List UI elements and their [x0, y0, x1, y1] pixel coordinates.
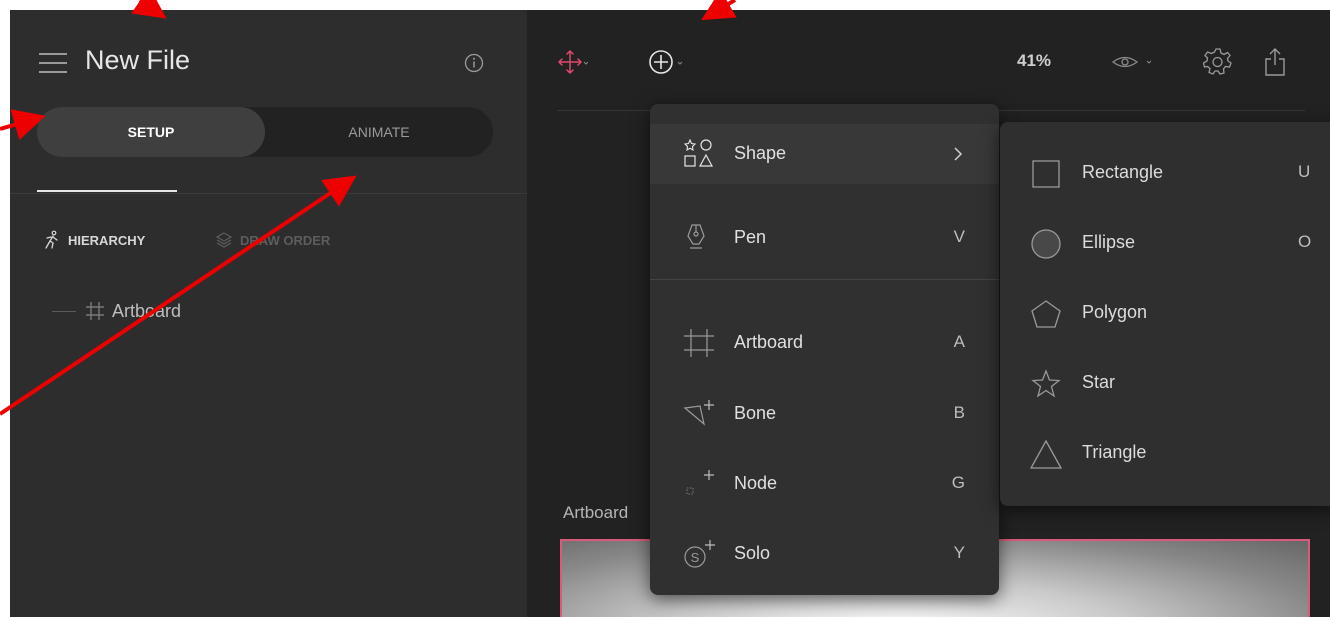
solo-add-icon: S — [684, 540, 715, 568]
animate-mode-button[interactable]: ANIMATE — [265, 107, 493, 157]
hierarchy-item-artboard[interactable]: Artboard — [52, 298, 181, 324]
share-icon[interactable] — [1263, 47, 1287, 77]
triangle-icon — [1030, 439, 1063, 469]
shortcut-key: G — [951, 473, 965, 492]
running-figure-icon — [45, 230, 58, 249]
rectangle-icon — [1032, 160, 1060, 188]
tab-hierarchy[interactable]: HIERARCHY — [42, 228, 145, 252]
shortcut-key: A — [953, 332, 965, 351]
shortcut-key: Y — [953, 543, 965, 562]
menu-item-solo[interactable]: S Solo Y — [650, 524, 999, 584]
menu-item-label: Shape — [734, 143, 787, 163]
menu-item-label: Node — [734, 473, 778, 493]
zoom-level[interactable]: 41% — [1017, 51, 1051, 71]
mode-toggle: SETUP ANIMATE — [37, 107, 493, 157]
shortcut-key: O — [1298, 232, 1312, 251]
layers-icon — [215, 232, 233, 248]
menu-item-bone[interactable]: Bone B — [650, 384, 999, 444]
submenu-item-polygon[interactable]: Polygon — [1000, 286, 1330, 342]
polygon-icon — [1031, 300, 1061, 328]
artboard-grid-icon — [86, 302, 104, 320]
submenu-item-label: Star — [1082, 372, 1116, 392]
shortcut-key: B — [953, 403, 965, 422]
tab-draw-order[interactable]: DRAW ORDER — [214, 228, 330, 252]
shapes-icon — [683, 138, 714, 167]
submenu-item-rectangle[interactable]: Rectangle U — [1000, 146, 1330, 202]
info-icon[interactable] — [464, 53, 484, 73]
submenu-item-label: Polygon — [1082, 302, 1148, 322]
bone-add-icon — [683, 400, 714, 426]
star-icon — [1031, 369, 1061, 398]
tab-draw-order-label: DRAW ORDER — [240, 232, 331, 248]
app-window: New File SETUP ANIMATE HIERARCHY DRAW OR… — [10, 10, 1330, 617]
hierarchy-item-label: Artboard — [112, 300, 182, 321]
move-icon[interactable] — [558, 49, 588, 75]
menu-item-label: Solo — [734, 543, 771, 563]
node-add-icon — [686, 470, 714, 495]
artboard-grid-icon — [684, 329, 714, 357]
setup-mode-button[interactable]: SETUP — [37, 107, 265, 157]
eye-icon[interactable] — [1111, 52, 1155, 72]
submenu-item-label: Ellipse — [1082, 232, 1136, 252]
submenu-item-label: Rectangle — [1082, 162, 1164, 182]
submenu-item-label: Triangle — [1082, 442, 1147, 462]
submenu-item-star[interactable]: Star — [1000, 356, 1330, 412]
artboard-name-label: Artboard — [563, 503, 629, 522]
pen-icon — [687, 224, 705, 249]
svg-text:S: S — [691, 550, 700, 565]
shortcut-key: V — [953, 227, 965, 246]
submenu-item-ellipse[interactable]: Ellipse O — [1000, 216, 1330, 272]
tab-hierarchy-label: HIERARCHY — [68, 232, 146, 248]
submenu-item-triangle[interactable]: Triangle — [1000, 426, 1330, 482]
add-menu: Shape Pen V Artboard A Bone B Node G S S… — [650, 104, 999, 595]
menu-item-label: Bone — [734, 403, 777, 423]
menu-item-pen[interactable]: Pen V — [650, 208, 999, 268]
shortcut-key: U — [1298, 162, 1311, 181]
file-title: New File — [85, 45, 191, 75]
active-tab-underline — [37, 190, 177, 192]
menu-item-label: Artboard — [734, 332, 804, 352]
menu-item-shape[interactable]: Shape — [650, 124, 999, 184]
ellipse-icon — [1031, 229, 1061, 259]
left-panel: New File SETUP ANIMATE HIERARCHY DRAW OR… — [10, 10, 527, 617]
menu-item-node[interactable]: Node G — [650, 454, 999, 514]
chevron-right-icon — [954, 147, 963, 161]
gear-icon[interactable] — [1203, 46, 1233, 76]
menu-item-artboard[interactable]: Artboard A — [650, 313, 999, 373]
menu-separator — [650, 279, 999, 280]
shape-submenu: Rectangle U Ellipse O Polygon Star Trian… — [1000, 122, 1330, 506]
tree-connector — [52, 310, 76, 312]
add-circle-icon[interactable] — [648, 48, 688, 76]
panel-divider — [10, 193, 527, 194]
menu-item-label: Pen — [734, 227, 767, 247]
hamburger-menu-icon[interactable] — [39, 53, 67, 73]
